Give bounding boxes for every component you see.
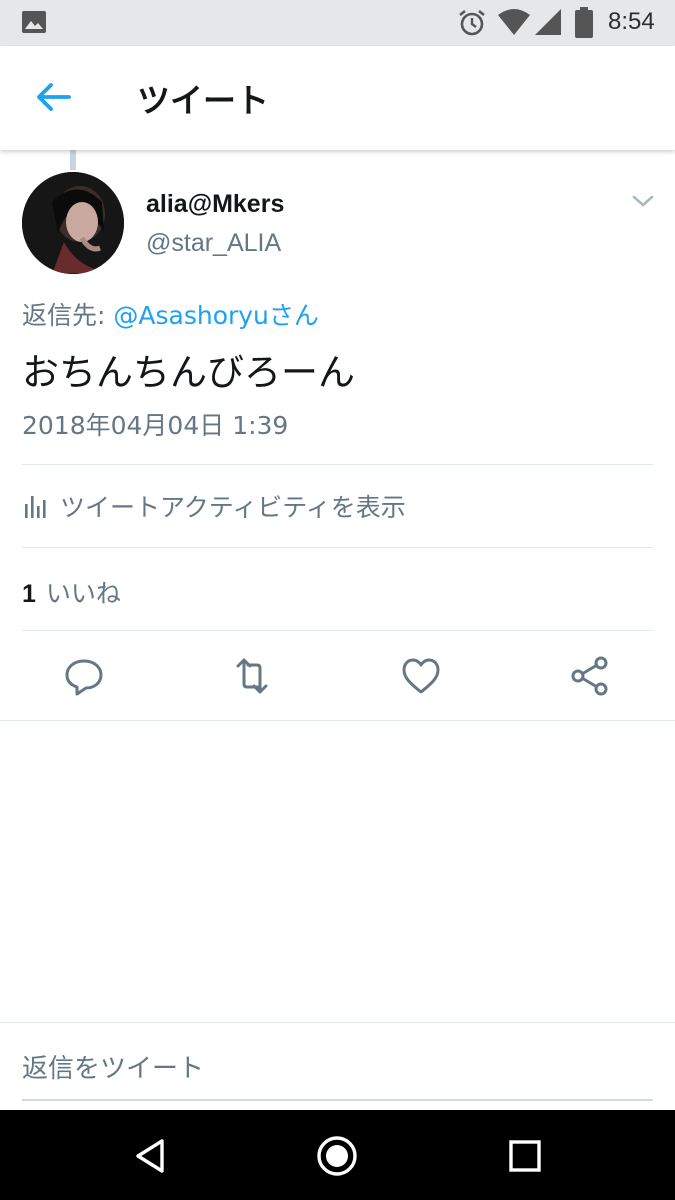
battery-icon (575, 7, 593, 38)
likes-count: 1 (22, 580, 36, 608)
recents-square-icon[interactable] (504, 1135, 546, 1177)
page-title: ツイート (137, 81, 269, 120)
alarm-icon (459, 9, 485, 36)
reply-mention-link[interactable]: @Asashoryuさん (113, 301, 319, 330)
share-icon[interactable] (568, 654, 612, 698)
wifi-icon (498, 9, 530, 35)
divider (22, 464, 653, 465)
tweet-timestamp: 2018年04月04日 1:39 (22, 411, 289, 440)
reply-input-underline (22, 1099, 653, 1101)
tweet-text: おちんちんびろーん (22, 351, 355, 394)
likes-count-link[interactable]: 1 いいね (22, 574, 121, 610)
clock: 8:54 (608, 8, 655, 35)
system-nav-bar (0, 1110, 675, 1200)
reply-icon[interactable] (62, 654, 106, 698)
status-bar: 8:54 (0, 0, 675, 46)
app-header: ツイート (0, 46, 675, 150)
reply-to-line: 返信先: @Asashoryuさん (22, 296, 319, 332)
bar-chart-icon (25, 496, 46, 518)
divider (22, 630, 653, 631)
divider (0, 720, 675, 721)
user-handle[interactable]: @star_ALIA (146, 229, 281, 258)
reply-to-prefix: 返信先: (22, 301, 114, 330)
display-name[interactable]: alia@Mkers (146, 190, 284, 219)
like-icon[interactable] (399, 654, 443, 698)
home-circle-icon[interactable] (316, 1135, 358, 1177)
divider (22, 547, 653, 548)
retweet-icon[interactable] (230, 654, 274, 698)
avatar[interactable] (22, 172, 124, 274)
thread-connector (70, 150, 76, 170)
divider (0, 1022, 675, 1023)
chevron-down-icon[interactable] (630, 192, 656, 210)
arrow-left-icon[interactable] (34, 80, 72, 114)
back-triangle-icon[interactable] (130, 1135, 172, 1177)
gallery-icon (22, 11, 46, 33)
reply-input[interactable]: 返信をツイート (22, 1048, 204, 1085)
tweet-activity-label: ツイートアクティビティを表示 (60, 493, 406, 522)
signal-icon (535, 9, 561, 35)
likes-label: いいね (45, 579, 121, 608)
